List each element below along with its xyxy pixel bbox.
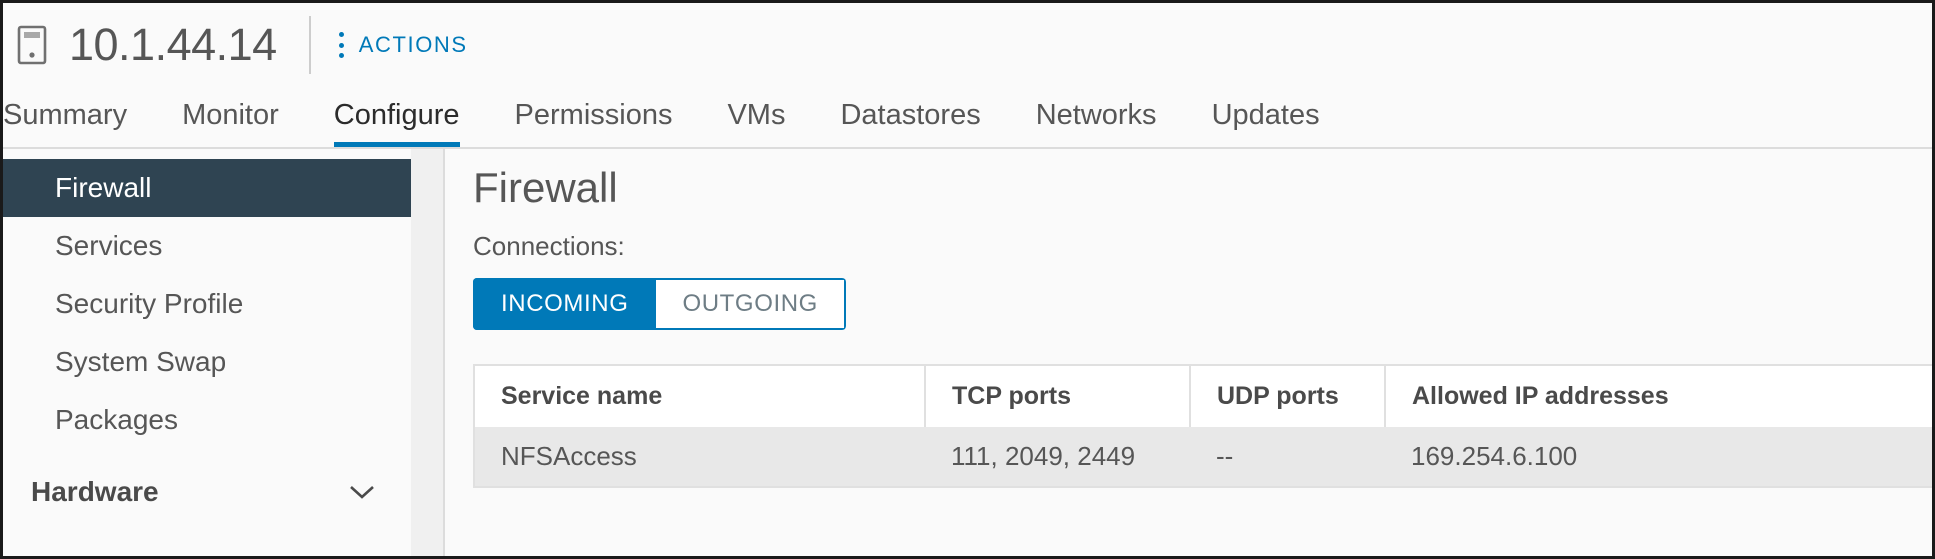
page-header: 10.1.44.14 ACTIONS bbox=[3, 3, 1932, 87]
column-header-tcp-ports[interactable]: TCP ports bbox=[925, 366, 1191, 427]
cell-tcp-ports: 111, 2049, 2449 bbox=[925, 427, 1190, 486]
sidebar-item-security-profile[interactable]: Security Profile bbox=[3, 275, 411, 333]
table-header-row: Service name TCP ports UDP ports Allowed… bbox=[475, 366, 1932, 427]
tab-configure[interactable]: Configure bbox=[333, 101, 460, 147]
connections-toggle-group: INCOMING OUTGOING bbox=[473, 278, 846, 330]
tab-bar: Summary Monitor Configure Permissions VM… bbox=[3, 87, 1932, 149]
page-title: 10.1.44.14 bbox=[69, 19, 277, 70]
table-row[interactable]: NFSAccess 111, 2049, 2449 -- 169.254.6.1… bbox=[475, 427, 1932, 486]
body-split: Firewall Services Security Profile Syste… bbox=[3, 149, 1932, 556]
sidebar-group-hardware[interactable]: Hardware bbox=[3, 463, 411, 521]
sidebar-item-label: Firewall bbox=[55, 172, 152, 203]
main-content: Firewall Connections: INCOMING OUTGOING … bbox=[445, 149, 1932, 556]
host-icon bbox=[17, 25, 47, 65]
column-header-service-name[interactable]: Service name bbox=[475, 366, 926, 427]
sidebar-group-label: Hardware bbox=[31, 476, 159, 507]
actions-label: ACTIONS bbox=[358, 32, 468, 57]
sidebar-item-label: Security Profile bbox=[55, 288, 244, 319]
sidebar-item-label: System Swap bbox=[55, 346, 227, 377]
tab-datastores[interactable]: Datastores bbox=[840, 101, 980, 147]
sidebar-item-services[interactable]: Services bbox=[3, 217, 411, 275]
actions-menu-button[interactable]: ACTIONS bbox=[339, 32, 468, 58]
firewall-rules-table: Service name TCP ports UDP ports Allowed… bbox=[473, 364, 1932, 488]
sidebar-divider bbox=[411, 149, 445, 556]
incoming-toggle-button[interactable]: INCOMING bbox=[473, 278, 657, 330]
tab-vms[interactable]: VMs bbox=[727, 101, 785, 147]
tab-permissions[interactable]: Permissions bbox=[515, 101, 673, 147]
column-header-udp-ports[interactable]: UDP ports bbox=[1190, 366, 1386, 427]
sidebar: Firewall Services Security Profile Syste… bbox=[3, 149, 411, 556]
cell-allowed-ip: 169.254.6.100 bbox=[1385, 427, 1932, 486]
sidebar-item-system-swap[interactable]: System Swap bbox=[3, 333, 411, 391]
vertical-dots-icon bbox=[339, 32, 345, 58]
vsphere-host-configure-window: 10.1.44.14 ACTIONS Summary Monitor Confi… bbox=[0, 0, 1935, 559]
tab-updates[interactable]: Updates bbox=[1212, 101, 1320, 147]
tab-networks[interactable]: Networks bbox=[1036, 101, 1157, 147]
chevron-down-icon bbox=[350, 486, 374, 499]
cell-service-name: NFSAccess bbox=[475, 427, 925, 486]
sidebar-item-label: Packages bbox=[55, 404, 178, 435]
header-divider bbox=[308, 16, 311, 74]
connections-label: Connections: bbox=[473, 231, 625, 261]
sidebar-item-label: Services bbox=[55, 230, 163, 261]
outgoing-toggle-button[interactable]: OUTGOING bbox=[656, 278, 846, 330]
sidebar-item-firewall[interactable]: Firewall bbox=[3, 159, 411, 217]
tab-summary[interactable]: Summary bbox=[3, 101, 127, 147]
sidebar-item-packages[interactable]: Packages bbox=[3, 391, 411, 449]
cell-udp-ports: -- bbox=[1190, 427, 1385, 486]
column-header-allowed-ip[interactable]: Allowed IP addresses bbox=[1385, 366, 1932, 427]
section-title: Firewall bbox=[473, 164, 618, 211]
tab-monitor[interactable]: Monitor bbox=[182, 101, 279, 147]
